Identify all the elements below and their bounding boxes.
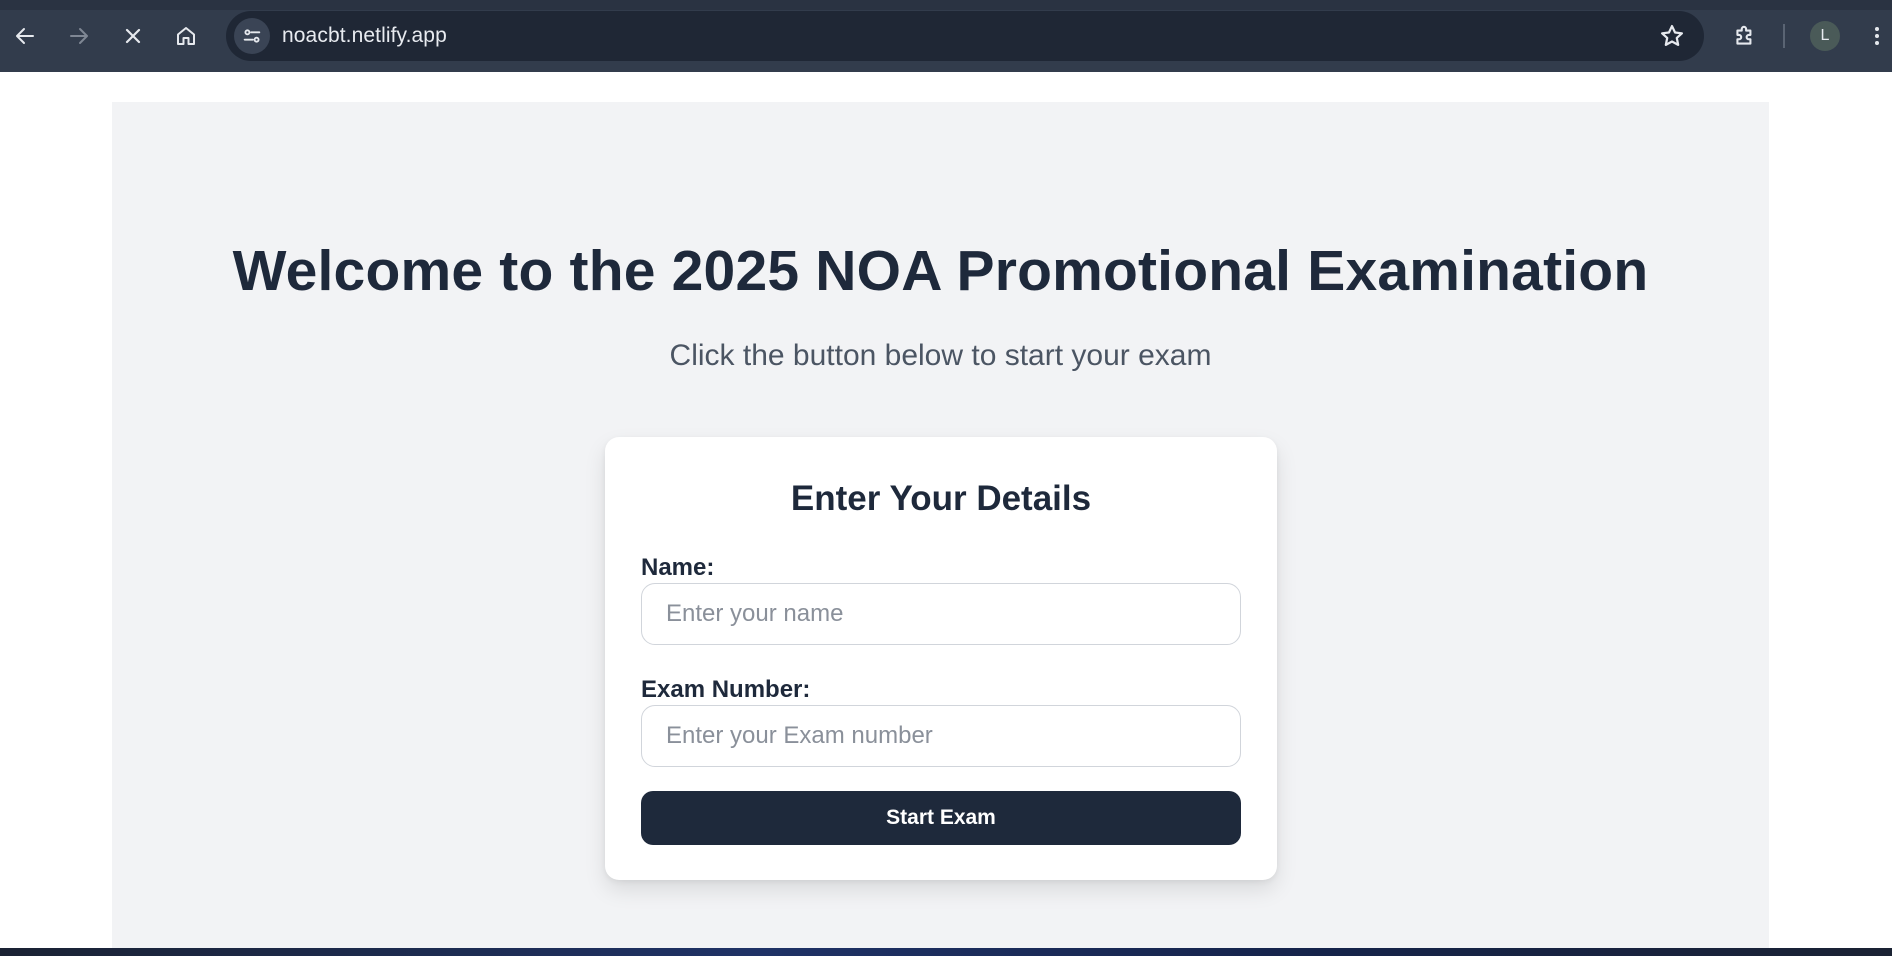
- site-info-button[interactable]: [234, 18, 270, 54]
- arrow-left-icon: [16, 28, 34, 44]
- url-text[interactable]: noacbt.netlify.app: [282, 24, 447, 48]
- home-button[interactable]: [168, 18, 204, 54]
- stop-loading-button[interactable]: [115, 18, 151, 54]
- page-subtitle: Click the button below to start your exa…: [669, 339, 1212, 372]
- form-title: Enter Your Details: [790, 479, 1092, 518]
- page-title: Welcome to the 2025 NOA Promotional Exam…: [232, 239, 1649, 303]
- kebab-menu-icon: [1875, 27, 1879, 45]
- forward-button[interactable]: [61, 18, 97, 54]
- exam-number-label: Exam Number:: [641, 676, 811, 703]
- bookmark-button[interactable]: [1658, 22, 1686, 50]
- details-form-card: Enter Your Details Name: Exam Number: St…: [605, 437, 1277, 880]
- start-exam-button[interactable]: Start Exam: [641, 791, 1241, 845]
- toolbar-divider: [1783, 24, 1785, 48]
- name-label: Name:: [641, 554, 715, 581]
- home-icon: [177, 27, 195, 45]
- taskbar-edge: [0, 948, 1892, 956]
- star-icon: [1660, 24, 1684, 46]
- close-icon: [125, 28, 141, 44]
- page-container: Welcome to the 2025 NOA Promotional Exam…: [112, 102, 1769, 956]
- address-bar[interactable]: noacbt.netlify.app: [226, 11, 1704, 61]
- browser-menu-button[interactable]: [1862, 18, 1892, 54]
- name-input[interactable]: [641, 583, 1241, 645]
- tab-strip: [0, 0, 1892, 10]
- back-button[interactable]: [7, 18, 43, 54]
- browser-toolbar: noacbt.netlify.app L: [0, 0, 1892, 72]
- extensions-button[interactable]: [1727, 18, 1763, 54]
- profile-avatar[interactable]: L: [1810, 21, 1840, 51]
- exam-number-input[interactable]: [641, 705, 1241, 767]
- puzzle-icon: [1736, 25, 1752, 45]
- arrow-right-icon: [70, 28, 88, 44]
- tune-icon: [243, 29, 261, 43]
